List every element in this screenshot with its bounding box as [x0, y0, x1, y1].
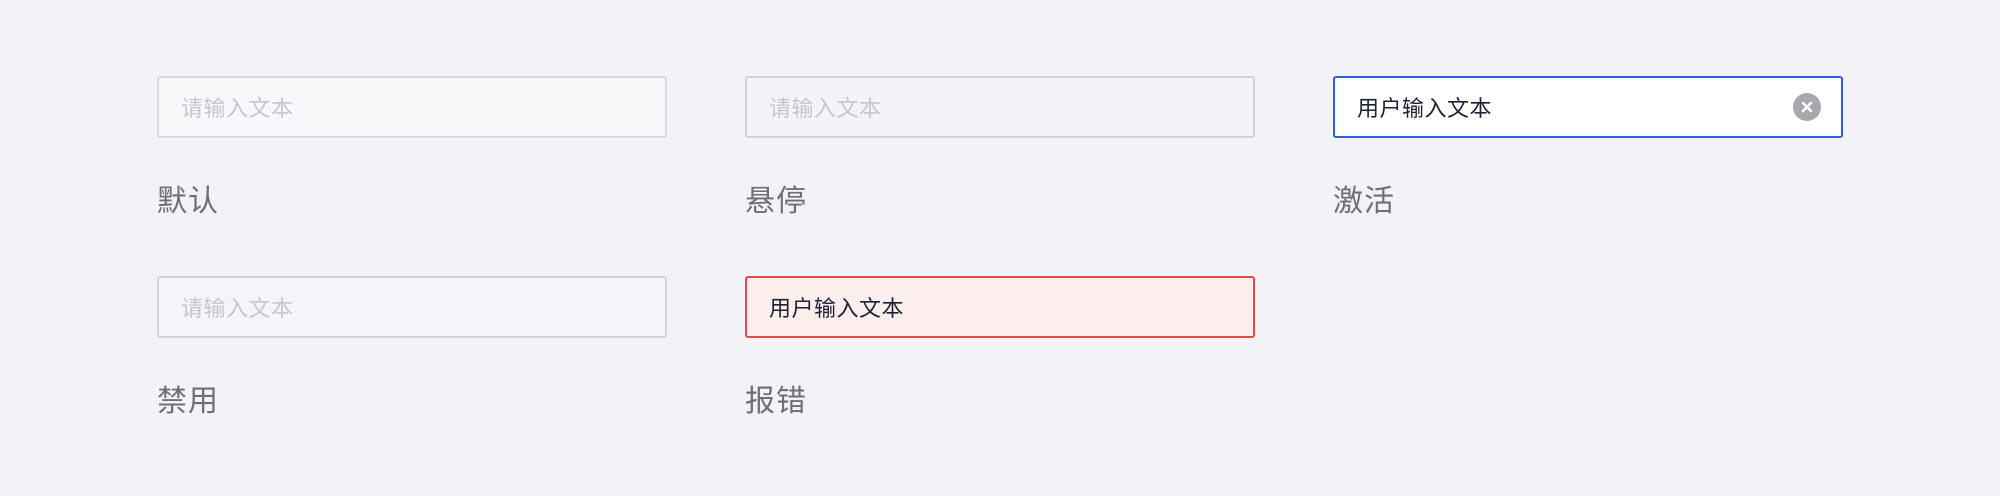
input-states-showcase: 请输入文本 默认 请输入文本 悬停 用户输入文本 激活 请输入文本 禁用 用户输… — [0, 0, 2000, 496]
clear-circle-icon[interactable] — [1793, 93, 1821, 121]
error-input-value: 用户输入文本 — [769, 297, 905, 322]
disabled-state-label: 禁用 — [157, 384, 219, 419]
hover-text-input[interactable]: 请输入文本 — [745, 76, 1255, 138]
active-state-cell: 用户输入文本 激活 — [1333, 76, 1843, 220]
default-input-placeholder: 请输入文本 — [181, 97, 294, 122]
default-state-cell: 请输入文本 默认 — [157, 76, 667, 220]
disabled-state-cell: 请输入文本 禁用 — [157, 276, 667, 420]
active-text-input[interactable]: 用户输入文本 — [1333, 76, 1843, 138]
hover-input-placeholder: 请输入文本 — [769, 97, 882, 122]
error-state-cell: 用户输入文本 报错 — [745, 276, 1255, 420]
error-text-input[interactable]: 用户输入文本 — [745, 276, 1255, 338]
error-state-label: 报错 — [745, 384, 807, 419]
hover-state-cell: 请输入文本 悬停 — [745, 76, 1255, 220]
disabled-input-placeholder: 请输入文本 — [181, 297, 294, 322]
default-text-input[interactable]: 请输入文本 — [157, 76, 667, 138]
default-state-label: 默认 — [157, 184, 219, 219]
active-input-value: 用户输入文本 — [1357, 97, 1493, 122]
hover-state-label: 悬停 — [745, 184, 807, 219]
active-state-label: 激活 — [1333, 184, 1395, 219]
disabled-text-input: 请输入文本 — [157, 276, 667, 338]
